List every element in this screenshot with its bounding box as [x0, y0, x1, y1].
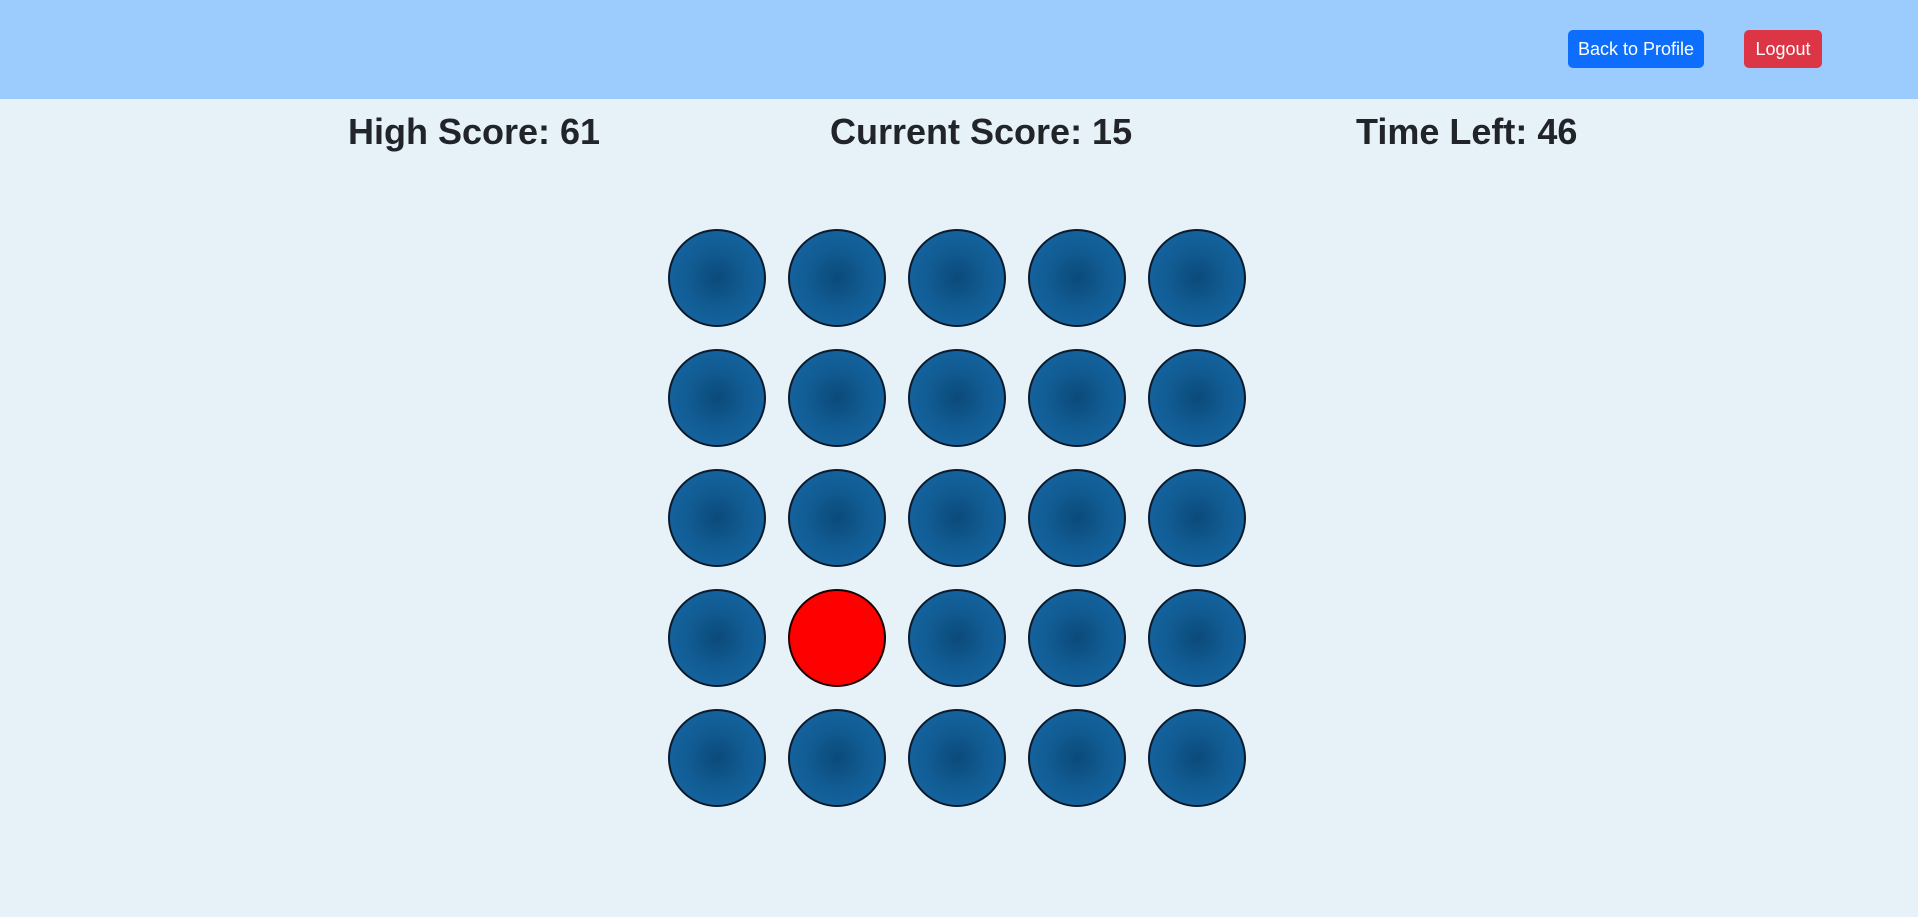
board-cell-r3-c1[interactable]	[668, 469, 766, 567]
board-cell-r4-c4[interactable]	[1028, 589, 1126, 687]
board-cell-r3-c5[interactable]	[1148, 469, 1246, 567]
board-cell-r5-c3[interactable]	[908, 709, 1006, 807]
board-cell-r2-c2[interactable]	[788, 349, 886, 447]
board-cell-r1-c3[interactable]	[908, 229, 1006, 327]
board-cell-r2-c4[interactable]	[1028, 349, 1126, 447]
current-score-label: Current Score: 15	[830, 111, 1133, 152]
board-cell-r1-c2[interactable]	[788, 229, 886, 327]
board-cell-r4-c3[interactable]	[908, 589, 1006, 687]
board-cell-r2-c3[interactable]	[908, 349, 1006, 447]
high-score-label: High Score: 61	[348, 111, 601, 152]
board-cell-r4-c2-active[interactable]	[788, 589, 886, 687]
board-cell-r5-c4[interactable]	[1028, 709, 1126, 807]
board-cell-r1-c5[interactable]	[1148, 229, 1246, 327]
board-cell-r1-c1[interactable]	[668, 229, 766, 327]
board-cell-r1-c4[interactable]	[1028, 229, 1126, 327]
time-left-label: Time Left: 46	[1356, 111, 1578, 152]
board-cell-r4-c5[interactable]	[1148, 589, 1246, 687]
board-cell-r2-c5[interactable]	[1148, 349, 1246, 447]
board-cell-r3-c3[interactable]	[908, 469, 1006, 567]
game-board	[668, 229, 1248, 809]
back-to-profile-button[interactable]: Back to Profile	[1568, 30, 1704, 68]
board-cell-r5-c1[interactable]	[668, 709, 766, 807]
board-cell-r3-c2[interactable]	[788, 469, 886, 567]
top-navbar: Back to Profile Logout	[0, 0, 1918, 99]
board-cell-r3-c4[interactable]	[1028, 469, 1126, 567]
board-cell-r2-c1[interactable]	[668, 349, 766, 447]
board-cell-r5-c5[interactable]	[1148, 709, 1246, 807]
board-cell-r4-c1[interactable]	[668, 589, 766, 687]
logout-button[interactable]: Logout	[1744, 30, 1822, 68]
board-cell-r5-c2[interactable]	[788, 709, 886, 807]
